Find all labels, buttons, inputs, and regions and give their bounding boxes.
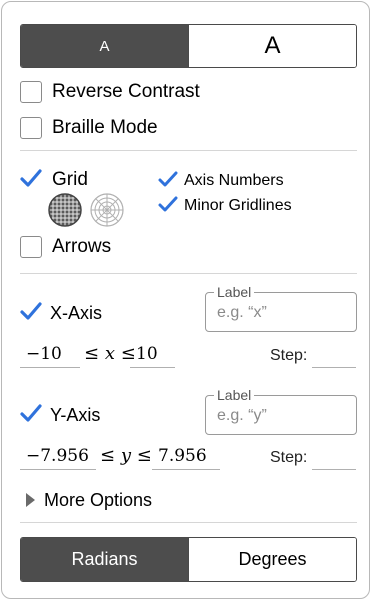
grid-checkbox[interactable] bbox=[19, 168, 43, 190]
minor-gridlines-label: Minor Gridlines bbox=[184, 197, 292, 214]
x-variable: x bbox=[104, 343, 115, 364]
y-range-inequality: ≤ y ≤ bbox=[100, 445, 152, 466]
y-step-label: Step: bbox=[270, 449, 308, 466]
x-axis-label-field[interactable]: Label e.g. “x” bbox=[205, 284, 357, 332]
y-min-field[interactable]: −7.956 bbox=[20, 444, 96, 470]
disclosure-triangle-icon bbox=[26, 493, 35, 507]
axis-numbers-label: Axis Numbers bbox=[184, 172, 284, 189]
section-divider bbox=[20, 522, 357, 523]
y-axis-checkbox[interactable] bbox=[19, 403, 43, 425]
checkmark-icon bbox=[158, 171, 178, 187]
angle-mode-toggle: Radians Degrees bbox=[20, 537, 357, 582]
braille-mode-label: Braille Mode bbox=[52, 117, 158, 138]
cartesian-grid-icon[interactable] bbox=[48, 193, 82, 232]
graph-settings-panel: A A Reverse Contrast Braille Mode Grid A… bbox=[1, 1, 370, 599]
x-axis-label: X-Axis bbox=[50, 303, 103, 323]
more-options-toggle[interactable]: More Options bbox=[26, 489, 152, 511]
arrows-checkbox[interactable] bbox=[20, 236, 42, 258]
x-max-field[interactable]: 10 bbox=[130, 342, 175, 368]
radians-button[interactable]: Radians bbox=[21, 538, 188, 581]
y-axis-label-field[interactable]: Label e.g. “y” bbox=[205, 387, 357, 435]
y-variable: y bbox=[120, 445, 131, 466]
grid-label: Grid bbox=[52, 169, 88, 190]
more-options-label: More Options bbox=[44, 490, 153, 510]
x-axis-checkbox[interactable] bbox=[19, 301, 43, 323]
font-size-toggle: A A bbox=[20, 24, 357, 68]
minor-gridlines-checkbox[interactable] bbox=[157, 195, 179, 215]
braille-mode-checkbox[interactable] bbox=[20, 117, 42, 139]
degrees-button[interactable]: Degrees bbox=[188, 538, 356, 581]
arrows-label: Arrows bbox=[52, 236, 112, 257]
checkmark-icon bbox=[158, 196, 178, 212]
y-max-field[interactable]: 7.956 bbox=[152, 444, 220, 470]
x-step-label: Step: bbox=[270, 347, 308, 364]
checkmark-icon bbox=[20, 404, 42, 422]
label-legend: Label bbox=[214, 387, 255, 403]
x-step-field[interactable] bbox=[312, 344, 356, 368]
axis-numbers-checkbox[interactable] bbox=[157, 170, 179, 190]
polar-grid-icon[interactable] bbox=[90, 193, 124, 232]
y-step-field[interactable] bbox=[312, 446, 356, 470]
label-placeholder: e.g. “y” bbox=[217, 407, 267, 424]
section-divider bbox=[20, 273, 357, 274]
section-divider bbox=[20, 150, 357, 151]
small-font-button[interactable]: A bbox=[21, 25, 188, 67]
checkmark-icon bbox=[20, 302, 42, 320]
checkmark-icon bbox=[20, 169, 42, 187]
reverse-contrast-label: Reverse Contrast bbox=[52, 81, 200, 102]
label-placeholder: e.g. “x” bbox=[217, 304, 267, 321]
reverse-contrast-checkbox[interactable] bbox=[20, 81, 42, 103]
x-min-field[interactable]: −10 bbox=[20, 342, 80, 368]
x-range-inequality: ≤ x ≤ bbox=[84, 343, 136, 364]
large-font-button[interactable]: A bbox=[188, 25, 356, 67]
label-legend: Label bbox=[214, 284, 255, 300]
y-axis-label: Y-Axis bbox=[50, 405, 101, 425]
